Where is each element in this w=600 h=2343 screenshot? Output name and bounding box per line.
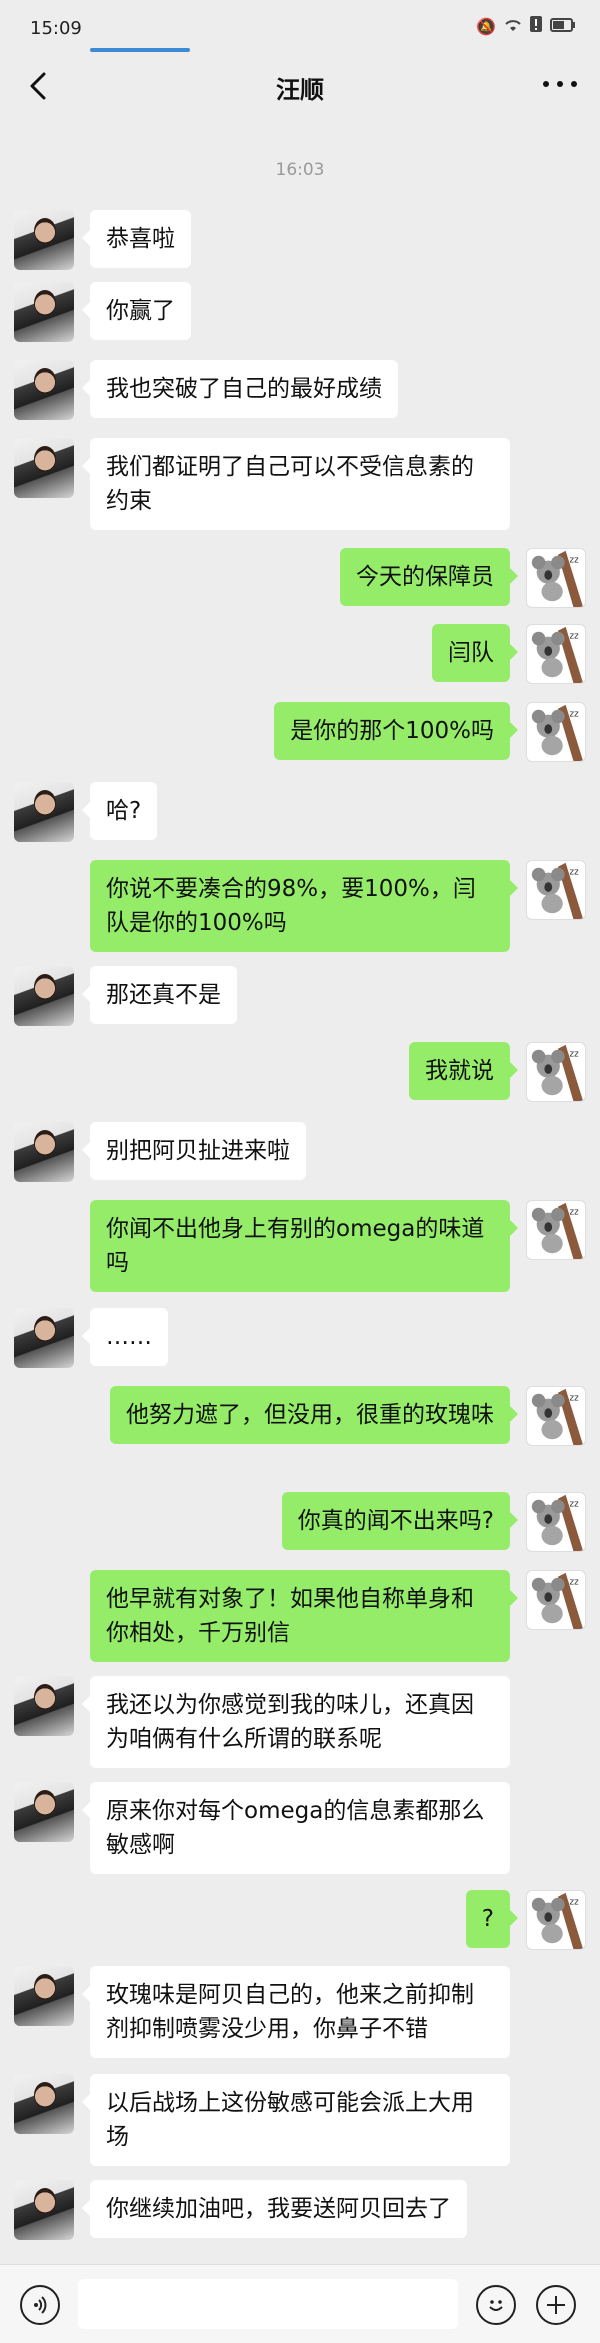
contact-avatar[interactable] [14,1308,74,1368]
contact-avatar[interactable] [14,2074,74,2134]
contact-avatar[interactable] [14,782,74,842]
contact-avatar[interactable] [14,1966,74,2026]
status-bar: 15:09 🔕 [0,0,600,52]
svg-text:zz: zz [570,1500,580,1510]
chat-title: 汪顺 [276,76,324,104]
input-bar [0,2264,600,2343]
message-bubble[interactable]: 那还真不是 [82,966,237,1024]
contact-avatar[interactable] [14,1122,74,1182]
battery-icon [550,17,576,36]
svg-text:zz: zz [570,710,580,720]
mute-bell-icon: 🔕 [476,16,496,36]
my-avatar[interactable]: zz [526,1386,586,1446]
svg-text:zz: zz [570,1578,580,1588]
svg-text:zz: zz [570,1394,580,1404]
my-avatar[interactable]: zz [526,1890,586,1950]
my-avatar[interactable]: zz [526,1570,586,1630]
message-bubble[interactable]: 以后战场上这份敏感可能会派上大用场 [82,2074,510,2166]
message-bubble[interactable]: 是你的那个100%吗 [274,702,518,760]
alert-icon [530,16,542,36]
contact-avatar[interactable] [14,966,74,1026]
message-input[interactable] [78,2279,458,2329]
svg-text:zz: zz [570,632,580,642]
contact-avatar[interactable] [14,2180,74,2240]
time-divider: 16:03 [275,160,325,180]
message-bubble[interactable]: 今天的保障员 [340,548,518,606]
message-bubble[interactable]: 恭喜啦 [82,210,191,268]
my-avatar[interactable]: zz [526,548,586,608]
message-bubble[interactable]: 我就说 [409,1042,518,1100]
emoji-icon[interactable] [476,2285,516,2325]
my-avatar[interactable]: zz [526,1492,586,1552]
message-bubble[interactable]: 我还以为你感觉到我的味儿，还真因为咱俩有什么所谓的联系呢 [82,1676,510,1768]
contact-avatar[interactable] [14,1782,74,1842]
contact-avatar[interactable] [14,1676,74,1736]
status-time: 15:09 [30,18,82,39]
status-icons: 🔕 [476,16,576,36]
my-avatar[interactable]: zz [526,624,586,684]
message-bubble[interactable]: 玫瑰味是阿贝自己的，他来之前抑制剂抑制喷雾没少用，你鼻子不错 [82,1966,510,2058]
message-bubble[interactable]: 你继续加油吧，我要送阿贝回去了 [82,2180,467,2238]
my-avatar[interactable]: zz [526,860,586,920]
message-bubble[interactable]: 你说不要凑合的98%，要100%，闫队是你的100%吗 [90,860,518,952]
message-bubble[interactable]: 你赢了 [82,282,191,340]
nav-bar: 汪顺 [0,52,600,120]
contact-avatar[interactable] [14,210,74,270]
svg-text:zz: zz [570,868,580,878]
contact-avatar[interactable] [14,438,74,498]
contact-avatar[interactable] [14,282,74,342]
message-bubble[interactable]: 我们都证明了自己可以不受信息素的约束 [82,438,510,530]
more-dots-icon[interactable] [538,64,582,104]
svg-text:zz: zz [570,1208,580,1218]
my-avatar[interactable]: zz [526,1042,586,1102]
message-bubble[interactable]: 哈? [81,782,158,840]
message-bubble[interactable]: 你闻不出他身上有别的omega的味道吗 [90,1200,518,1292]
svg-text:zz: zz [570,1898,580,1908]
message-bubble[interactable]: 我也突破了自己的最好成绩 [82,360,398,418]
svg-text:zz: zz [570,1050,580,1060]
message-bubble[interactable]: 原来你对每个omega的信息素都那么敏感啊 [82,1782,510,1874]
wifi-icon [504,17,522,36]
my-avatar[interactable]: zz [526,702,586,762]
message-bubble[interactable]: 你真的闻不出来吗? [281,1492,519,1550]
plus-icon[interactable] [536,2285,576,2325]
message-bubble[interactable]: ? [465,1890,519,1948]
voice-icon[interactable] [20,2285,60,2325]
message-bubble[interactable]: 闫队 [432,624,518,682]
message-bubble[interactable]: 他努力遮了，但没用，很重的玫瑰味 [110,1386,518,1444]
message-bubble[interactable]: 别把阿贝扯进来啦 [82,1122,306,1180]
my-avatar[interactable]: zz [526,1200,586,1260]
message-bubble[interactable]: 他早就有对象了！如果他自称单身和你相处，千万别信 [90,1570,518,1662]
message-bubble[interactable]: …… [82,1308,168,1366]
svg-text:zz: zz [570,556,580,566]
contact-avatar[interactable] [14,360,74,420]
